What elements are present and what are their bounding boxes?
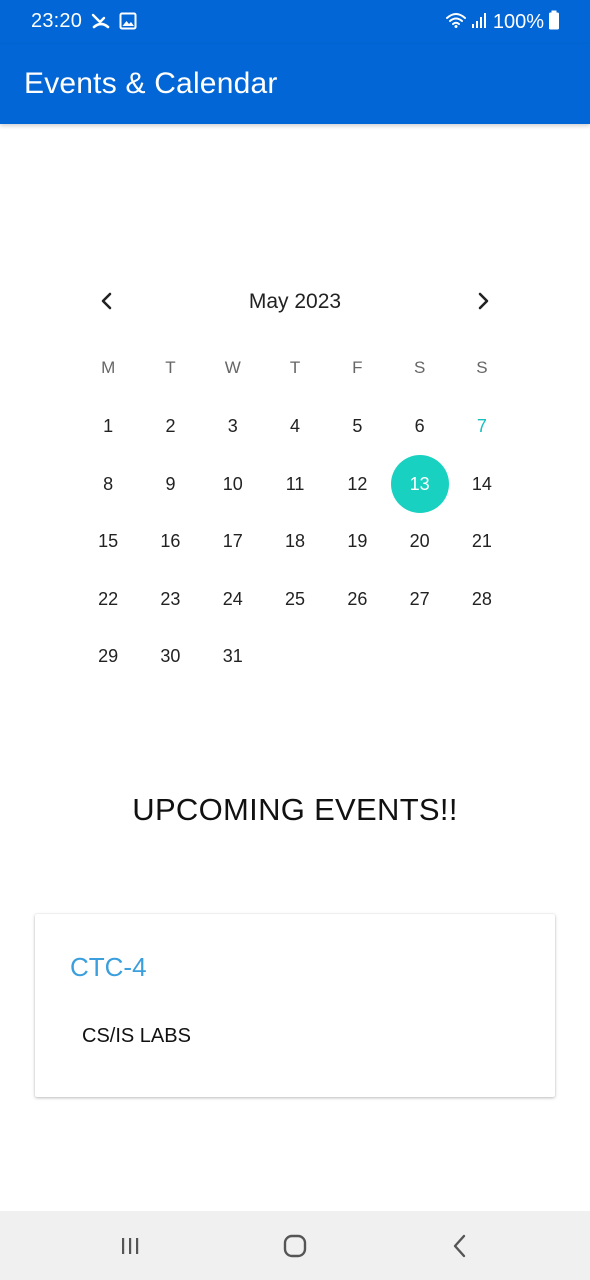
calendar-day-1[interactable]: 1: [77, 398, 139, 455]
calendar-header: May 2023: [77, 280, 513, 324]
calendar-grid: M T W T F S S 1 2 3 4 5 6 7 8 9 10 11 12 13 14 15 16 17 1…: [77, 338, 513, 686]
event-location: CS/IS LABS: [82, 1025, 191, 1047]
weekday-label: T: [289, 358, 301, 377]
calendar-day-28[interactable]: 28: [451, 571, 513, 628]
chevron-right-icon: [478, 292, 489, 310]
weekday-label: T: [165, 358, 176, 377]
home-icon: [283, 1234, 307, 1258]
weekday-label: S: [476, 358, 488, 377]
calendar-day-29[interactable]: 29: [77, 628, 139, 685]
calendar: May 2023 M T W T F S S 1 2 3 4 5 6 7 8 9 10 11 12 13…: [77, 280, 513, 686]
status-notification-icons: [91, 12, 137, 35]
weekday-label: S: [413, 358, 426, 377]
calendar-week-row: 1234567: [77, 398, 513, 456]
wifi-icon: [445, 11, 467, 34]
calendar-day-3[interactable]: 3: [202, 398, 264, 455]
weekday-header-row: M T W T F S S: [77, 338, 513, 398]
calendar-day-27[interactable]: 27: [388, 571, 450, 628]
home-button[interactable]: [280, 1231, 310, 1261]
weekday-label: W: [224, 358, 241, 377]
upcoming-events-heading: UPCOMING EVENTS!!: [132, 792, 458, 827]
app-title: Events & Calendar: [24, 67, 278, 100]
calendar-day-16[interactable]: 16: [139, 513, 201, 570]
back-icon: [453, 1234, 466, 1258]
calendar-day-8[interactable]: 8: [77, 456, 139, 513]
signal-icon: [471, 11, 489, 34]
calendar-week-row: 29 30 31: [77, 628, 513, 686]
calendar-day-22[interactable]: 22: [77, 571, 139, 628]
calendar-day-24[interactable]: 24: [202, 571, 264, 628]
event-title: CTC-4: [70, 952, 147, 982]
month-label: May 2023: [248, 290, 342, 313]
battery-icon: [548, 10, 560, 35]
calendar-day-15[interactable]: 15: [77, 513, 139, 570]
calendar-empty-cell: [451, 628, 513, 685]
calendar-day-30[interactable]: 30: [139, 628, 201, 685]
battery-percent: 100%: [492, 11, 544, 33]
recents-button[interactable]: [115, 1231, 145, 1261]
system-nav-bar: [0, 1211, 590, 1280]
calendar-empty-cell: [326, 628, 388, 685]
back-button[interactable]: [445, 1231, 475, 1261]
calendar-empty-cell: [264, 628, 326, 685]
missed-call-icon: [91, 12, 111, 35]
event-card[interactable]: CTC-4 CS/IS LABS: [35, 914, 555, 1097]
calendar-day-31[interactable]: 31: [202, 628, 264, 685]
calendar-day-2[interactable]: 2: [139, 398, 201, 455]
calendar-day-4[interactable]: 4: [264, 398, 326, 455]
calendar-day-23[interactable]: 23: [139, 571, 201, 628]
calendar-day-9[interactable]: 9: [139, 456, 201, 513]
status-time: 23:20: [31, 10, 83, 32]
calendar-day-10[interactable]: 10: [202, 456, 264, 513]
app-bar: Events & Calendar: [0, 44, 590, 124]
day-rows: 1 2 3 4 5 6 7 8 9 10 11 12 13 14 15 16 17 18 19 20 21 22 23 24 2…: [77, 398, 513, 686]
image-icon: [119, 12, 137, 35]
calendar-week-row: 22 23 24 25 26 27 28: [77, 571, 513, 629]
calendar-day-21[interactable]: 21: [451, 513, 513, 570]
calendar-day-25[interactable]: 25: [264, 571, 326, 628]
day-number: 13: [409, 473, 430, 494]
calendar-day-7[interactable]: 7: [451, 398, 513, 455]
calendar-day-26[interactable]: 26: [326, 571, 388, 628]
calendar-day-17[interactable]: 17: [202, 513, 264, 570]
calendar-empty-cell: [388, 628, 450, 685]
status-system-icons: 100%: [445, 10, 560, 35]
next-month-button[interactable]: [470, 288, 496, 314]
weekday-label: F: [352, 358, 363, 377]
calendar-day-5[interactable]: 5: [326, 398, 388, 455]
recents-icon: [122, 1238, 139, 1254]
calendar-day-14[interactable]: 14: [451, 456, 513, 513]
weekday-label: M: [101, 358, 116, 377]
calendar-day-6[interactable]: 6: [388, 398, 450, 455]
calendar-day-11[interactable]: 11: [264, 456, 326, 513]
calendar-day-18[interactable]: 18: [264, 513, 326, 570]
calendar-day-19[interactable]: 19: [326, 513, 388, 570]
calendar-day-13[interactable]: 13: [388, 455, 450, 514]
calendar-week-row: 15 16 17 18 19 20 21: [77, 513, 513, 571]
calendar-day-12[interactable]: 12: [326, 456, 388, 513]
calendar-week-row: 8 9 10 11 12 13 14: [77, 455, 513, 514]
status-bar: 23:20 100%: [0, 0, 590, 44]
calendar-day-20[interactable]: 20: [388, 513, 450, 570]
